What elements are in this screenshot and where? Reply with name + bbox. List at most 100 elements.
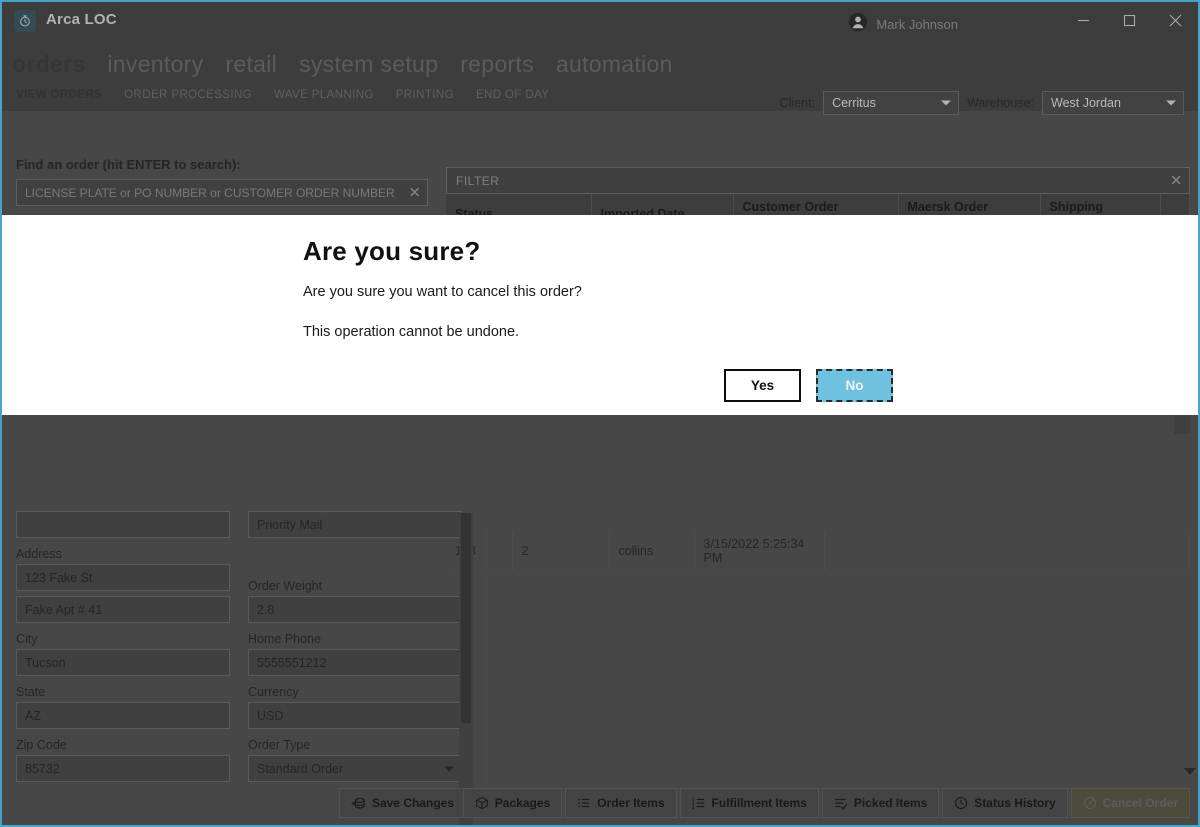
chevron-down-icon [941,100,952,106]
unlabeled-field-left[interactable] [16,511,230,538]
picked-items-label: Picked Items [853,796,928,810]
order-weight-field[interactable]: 2.8 [248,596,462,623]
title-bar: Arca LOC Mark Johnson [2,2,1198,39]
order-items-label: Order Items [597,796,665,810]
close-icon[interactable]: ✕ [408,185,421,200]
subnav-order-processing[interactable]: ORDER PROCESSING [124,89,252,101]
confirmation-dialog: Are you sure? Are you sure you want to c… [2,215,1198,415]
fulfillment-items-label: Fulfillment Items [711,796,807,810]
cancel-order-label: Cancel Order [1102,796,1178,810]
scroll-down-arrow-icon[interactable] [1184,768,1196,775]
status-history-label: Status History [974,796,1056,810]
status-history-button[interactable]: Status History [942,788,1068,818]
list-icon [578,798,590,808]
fulfillment-items-button[interactable]: 1 2 3 Fulfillment Items [679,788,819,818]
table-row[interactable]: 103 2 collins 3/15/2022 5:25:34 PM [446,531,1190,572]
dialog-title: Are you sure? [303,236,481,266]
zip-code-label: Zip Code [16,738,67,752]
confirm-yes-button[interactable]: Yes [724,369,801,402]
form-field-state: State AZ [16,676,230,729]
find-order-heading: Find an order (hit ENTER to search): [16,157,241,172]
warehouse-label: Warehouse: [967,96,1034,110]
navigation-bar: orders inventory retail system setup rep… [2,39,1198,115]
address-label: Address [16,547,62,561]
list-check-icon [835,798,848,810]
stopwatch-icon [14,10,36,32]
user-name: Mark Johnson [876,17,958,32]
package-icon [476,796,488,810]
dialog-buttons: Yes No [724,369,893,402]
zip-code-field[interactable]: 85732 [16,755,230,782]
city-field[interactable]: Tucson [16,649,230,676]
detail-cell-2: 2 [512,531,610,572]
order-detail-table: 103 2 collins 3/15/2022 5:25:34 PM [446,531,1190,572]
form-grid: Priority Mail Address 123 Fake St Fake A… [16,511,466,782]
no-entry-icon [1083,796,1096,810]
sub-navigation: VIEW ORDERS ORDER PROCESSING WAVE PLANNI… [16,89,549,101]
application-window: Arca LOC Mark Johnson orders inventory r… [0,0,1200,827]
svg-text:3: 3 [692,805,695,810]
address-line2-field[interactable]: Fake Apt # 41 [16,596,230,623]
address-line1-field[interactable]: 123 Fake St [16,564,230,591]
order-detail-form: Priority Mail Address 123 Fake St Fake A… [2,511,480,825]
nav-automation[interactable]: automation [556,51,673,78]
dialog-message-secondary: This operation cannot be undone. [303,324,520,340]
scrollbar-thumb[interactable] [461,513,471,723]
subnav-view-orders[interactable]: VIEW ORDERS [16,89,102,101]
form-field-home-phone: Home Phone 5555551212 [248,623,462,676]
filter-input[interactable]: FILTER ✕ [446,167,1190,194]
order-type-label: Order Type [248,738,311,752]
form-field-order-weight: Order Weight 2.8 [248,538,462,623]
nav-system-setup[interactable]: system setup [299,51,438,78]
app-title: Arca LOC [46,11,117,28]
nav-reports[interactable]: reports [460,51,534,78]
subnav-wave-planning[interactable]: WAVE PLANNING [274,89,374,101]
order-weight-label: Order Weight [248,579,323,593]
currency-label: Currency [248,685,299,699]
city-label: City [16,632,38,646]
form-field-unlabeled-left [16,511,230,538]
chevron-down-icon [444,766,454,771]
nav-inventory[interactable]: inventory [107,51,203,78]
order-type-dropdown[interactable]: Standard Order [248,755,462,782]
save-changes-label: Save Changes [371,796,454,810]
client-label: Client: [779,96,816,110]
close-icon[interactable]: ✕ [1170,173,1183,188]
close-icon[interactable] [1152,2,1198,38]
confirm-no-button[interactable]: No [816,369,893,402]
client-value: Cerritus [832,96,876,110]
panel-divider [486,525,487,819]
packages-button[interactable]: Packages [462,788,563,818]
form-field-shipping-method: Priority Mail [248,511,462,538]
list-ordered-icon: 1 2 3 [692,797,704,810]
state-label: State [16,685,46,699]
warehouse-value: West Jordan [1051,96,1121,110]
nav-retail[interactable]: retail [225,51,277,78]
user-avatar-icon [848,12,868,37]
search-placeholder: LICENSE PLATE or PO NUMBER or CUSTOMER O… [25,185,395,200]
dialog-message-primary: Are you sure you want to cancel this ord… [303,284,582,300]
detail-cell-5 [824,531,1190,572]
home-phone-label: Home Phone [248,632,321,646]
detail-cell-4: 3/15/2022 5:25:34 PM [694,531,825,572]
subnav-printing[interactable]: PRINTING [396,89,454,101]
order-items-button[interactable]: Order Items [565,788,677,818]
form-field-order-type: Order Type Standard Order [248,729,462,782]
detail-form-scrollbar[interactable] [459,513,473,825]
home-phone-field[interactable]: 5555551212 [248,649,462,676]
cancel-order-button[interactable]: Cancel Order [1070,788,1190,818]
packages-label: Packages [494,796,551,810]
user-area[interactable]: Mark Johnson [848,12,958,37]
state-field[interactable]: AZ [16,702,230,729]
form-field-currency: Currency USD [248,676,462,729]
minimize-icon[interactable] [1060,2,1106,38]
shipping-method-field[interactable]: Priority Mail [248,511,462,538]
maximize-icon[interactable] [1106,2,1152,38]
subnav-end-of-day[interactable]: END OF DAY [476,89,549,101]
nav-orders[interactable]: orders [12,51,85,78]
picked-items-button[interactable]: Picked Items [821,788,940,818]
search-input[interactable]: LICENSE PLATE or PO NUMBER or CUSTOMER O… [16,179,428,206]
currency-field[interactable]: USD [248,702,462,729]
order-type-value: Standard Order [257,761,344,776]
detail-cell-3: collins [609,531,695,572]
